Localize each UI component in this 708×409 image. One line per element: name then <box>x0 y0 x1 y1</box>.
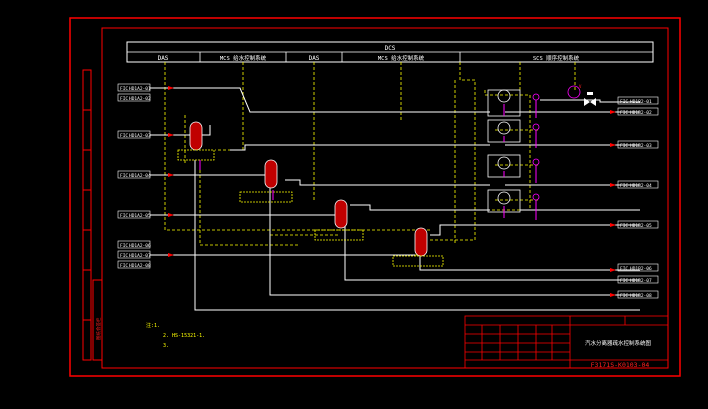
inner-frame <box>101 27 669 369</box>
bus-section-5: SCS 顺序控制系统 <box>533 54 580 62</box>
bus-section-2: MCS 给水控制系统 <box>220 54 267 62</box>
left-signature-strip <box>82 69 103 361</box>
left-tag-6-code: FIC <box>120 243 128 249</box>
notes-block: 注:1. 2. HS-15321-1. 3. <box>146 322 205 349</box>
left-tag-4-code: FIC <box>120 173 128 179</box>
left-tag-3-no: HD1A2-03 <box>129 133 151 139</box>
left-tag-7: FIC HD1A2-07 <box>117 250 151 259</box>
left-tag-2: FIC HD1A2-02 <box>117 93 151 102</box>
right-tag-3: FIC HD1B2-03 <box>617 140 659 149</box>
control-valve <box>584 92 596 106</box>
left-tag-3: FIC HD1A2-03 <box>117 130 151 139</box>
note-line-3: 3. <box>163 343 169 349</box>
outer-frame <box>69 17 681 377</box>
left-tag-7-code: FIC <box>120 253 128 259</box>
right-tag-1: FIC HD1B2-01 <box>617 96 659 105</box>
separator-vessel-1 <box>177 121 215 161</box>
left-tag-7-no: HD1A2-07 <box>129 253 151 259</box>
dcs-bus-title: DCS <box>385 45 396 52</box>
left-tag-3-code: FIC <box>120 133 128 139</box>
right-tag-8-code: FIC <box>620 293 628 299</box>
right-tag-3-no: HD1B2-03 <box>630 143 652 149</box>
left-tag-5: FIC HD1A2-05 <box>117 210 151 219</box>
right-tag-2-code: FIC <box>620 110 628 116</box>
right-tag-8-no: HD1B2-08 <box>630 293 652 299</box>
left-tag-6-no: HD1A2-06 <box>129 243 151 249</box>
left-tag-2-no: HD1A2-02 <box>129 96 151 102</box>
left-tag-4-no: HD1A2-04 <box>129 173 151 179</box>
separator-vessel-3 <box>314 199 364 241</box>
right-tag-6: FIC HD1B2-06 <box>617 263 659 272</box>
valve-tag: V <box>579 84 582 89</box>
left-tag-1: FIC HD1A2-01 <box>117 83 151 92</box>
left-tag-list: FIC HD1A2-01 FIC HD1A2-02 FIC HD1A2-03 F… <box>117 83 151 269</box>
note-line-2: 2. HS-15321-1. <box>163 333 205 339</box>
bus-section-4: MCS 给水控制系统 <box>378 54 425 62</box>
left-tag-2-code: FIC <box>120 96 128 102</box>
left-tag-8: FIC HD1A2-08 <box>117 260 151 269</box>
left-tag-1-no: HD1A2-01 <box>129 86 151 92</box>
side-label: 图纸会签栏 <box>95 317 102 340</box>
flow-arrows <box>168 86 616 297</box>
bus-section-1: DAS <box>158 55 169 62</box>
signal-lines <box>164 62 576 256</box>
right-tag-4-no: HD1B2-04 <box>630 183 652 189</box>
left-tag-8-code: FIC <box>120 263 128 269</box>
right-tag-3-code: FIC <box>620 143 628 149</box>
right-tag-list: FIC HD1B2-01 FIC HD1B2-02 FIC HD1B2-03 F… <box>617 96 659 299</box>
right-tag-4-code: FIC <box>620 183 628 189</box>
right-tag-2-no: HD1B2-02 <box>630 110 652 116</box>
right-tag-8: FIC HD1B2-08 <box>617 290 659 299</box>
drawing-title: 汽水分离器疏水控制系统图 <box>585 339 652 347</box>
right-tag-1-code: FIC <box>620 99 628 105</box>
right-tag-4: FIC HD1B2-04 <box>617 180 659 189</box>
right-tag-5: FIC HD1B2-05 <box>617 220 659 229</box>
separator-vessel-2 <box>239 159 293 203</box>
left-tag-5-no: HD1A2-05 <box>129 213 151 219</box>
note-line-1: 注:1. <box>146 322 160 329</box>
right-tag-7: FIC HD1B2-07 <box>617 275 659 284</box>
right-tag-7-code: FIC <box>620 278 628 284</box>
bus-section-3: DAS <box>309 55 320 62</box>
right-tag-5-no: HD1B2-05 <box>630 223 652 229</box>
right-tag-5-code: FIC <box>620 223 628 229</box>
separator-vessel-4 <box>392 227 444 267</box>
left-tag-5-code: FIC <box>120 213 128 219</box>
drawing-canvas: DCS DAS MCS 给水控制系统 DAS MCS 给水控制系统 SCS 顺序… <box>69 17 681 377</box>
process-lines <box>150 87 640 311</box>
right-tag-1-no: HD1B2-01 <box>630 99 652 105</box>
left-tag-4: FIC HD1A2-04 <box>117 170 151 179</box>
right-tag-2: FIC HD1B2-02 <box>617 107 659 116</box>
left-tag-1-code: FIC <box>120 86 128 92</box>
right-tag-6-code: FIC <box>620 266 628 272</box>
drawing-number: F3171S-K0103-04 <box>591 361 650 369</box>
right-tag-6-no: HD1B2-06 <box>630 266 652 272</box>
left-tag-8-no: HD1A2-08 <box>129 263 151 269</box>
right-tag-7-no: HD1B2-07 <box>630 278 652 284</box>
left-tag-6: FIC HD1A2-06 <box>117 240 151 249</box>
